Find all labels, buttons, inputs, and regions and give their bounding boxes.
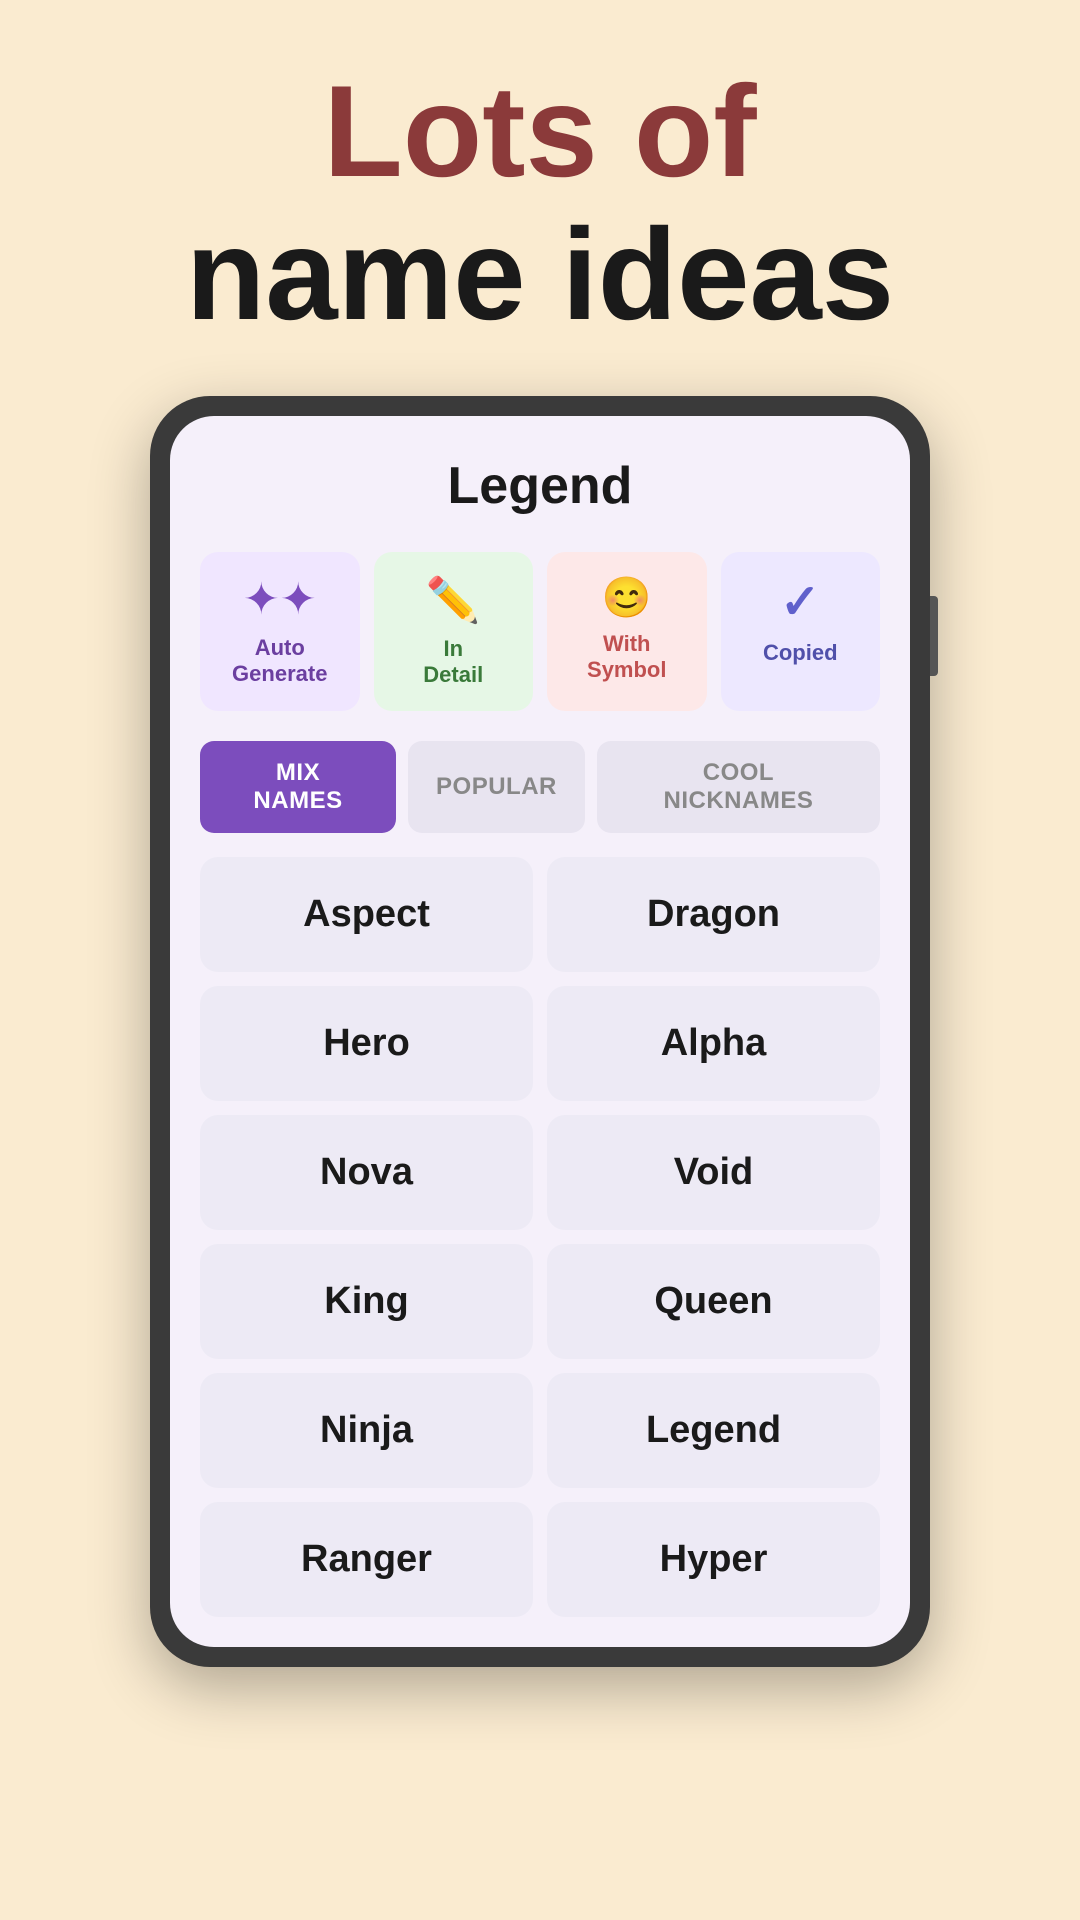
legend-grid: ✦ AutoGenerate ✏️ InDetail 😊 WithSymbol … (200, 552, 880, 711)
legend-with-symbol-label: WithSymbol (587, 631, 666, 684)
name-queen[interactable]: Queen (547, 1244, 880, 1359)
tab-popular[interactable]: POPULAR (408, 741, 585, 833)
phone-inner: Legend ✦ AutoGenerate ✏️ InDetail 😊 With… (170, 416, 910, 1647)
name-dragon[interactable]: Dragon (547, 857, 880, 972)
legend-in-detail[interactable]: ✏️ InDetail (374, 552, 534, 711)
pencil-icon: ✏️ (426, 574, 481, 626)
names-grid: Aspect Dragon Hero Alpha Nova Void King … (200, 857, 880, 1617)
legend-in-detail-label: InDetail (423, 636, 483, 689)
name-alpha[interactable]: Alpha (547, 986, 880, 1101)
headline-line1: Lots of (186, 60, 894, 203)
legend-with-symbol[interactable]: 😊 WithSymbol (547, 552, 707, 711)
name-hero[interactable]: Hero (200, 986, 533, 1101)
name-nova[interactable]: Nova (200, 1115, 533, 1230)
tab-cool-nicknames[interactable]: COOL NICKNAMES (597, 741, 880, 833)
phone-side-button (930, 596, 938, 676)
legend-auto-generate[interactable]: ✦ AutoGenerate (200, 552, 360, 711)
tab-bar: MIX NAMES POPULAR COOL NICKNAMES (200, 741, 880, 833)
headline: Lots of name ideas (186, 60, 894, 346)
name-ninja[interactable]: Ninja (200, 1373, 533, 1488)
smiley-icon: 😊 (602, 574, 652, 621)
legend-copied-label: Copied (763, 640, 838, 666)
name-aspect[interactable]: Aspect (200, 857, 533, 972)
check-icon: ✓ (780, 574, 820, 630)
page-background: Lots of name ideas Legend ✦ AutoGenerate… (0, 0, 1080, 1920)
phone-frame: Legend ✦ AutoGenerate ✏️ InDetail 😊 With… (150, 396, 930, 1667)
name-king[interactable]: King (200, 1244, 533, 1359)
name-hyper[interactable]: Hyper (547, 1502, 880, 1617)
legend-copied[interactable]: ✓ Copied (721, 552, 881, 711)
tab-mix-names[interactable]: MIX NAMES (200, 741, 396, 833)
headline-line2: name ideas (186, 203, 894, 346)
legend-auto-generate-label: AutoGenerate (232, 635, 327, 688)
name-ranger[interactable]: Ranger (200, 1502, 533, 1617)
wand-icon: ✦ (243, 574, 317, 625)
app-title: Legend (200, 456, 880, 516)
name-void[interactable]: Void (547, 1115, 880, 1230)
name-legend[interactable]: Legend (547, 1373, 880, 1488)
